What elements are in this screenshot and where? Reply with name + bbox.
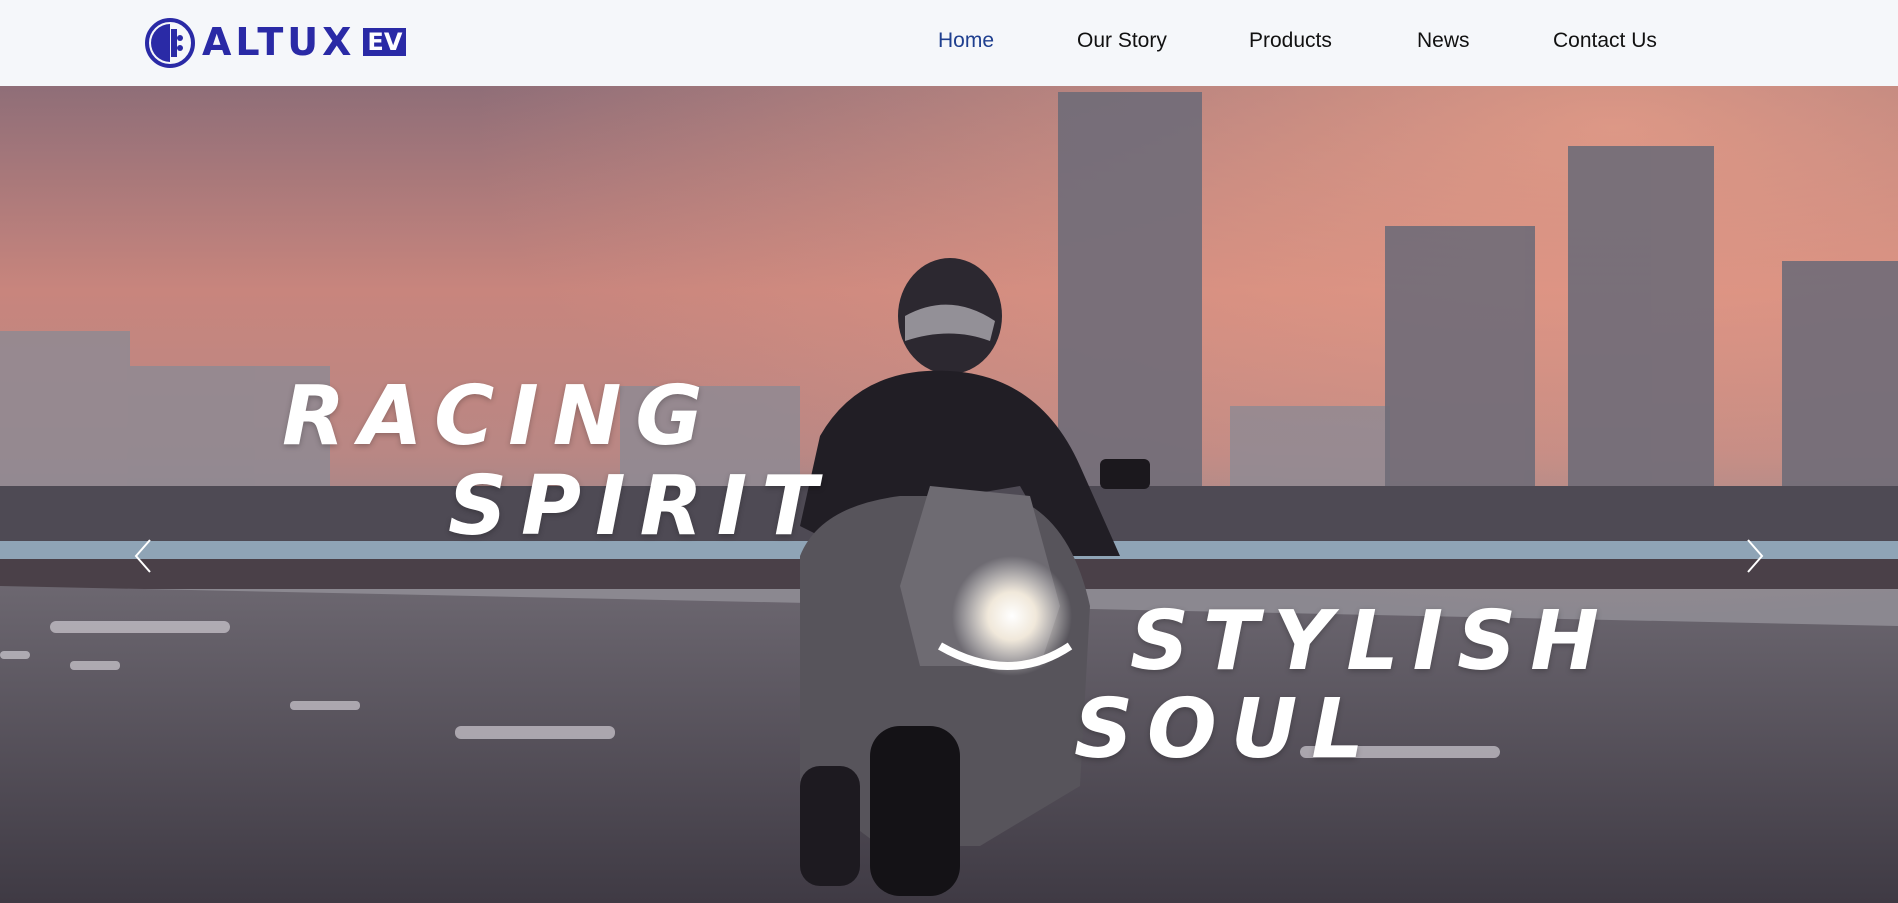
main-nav: Home Our Story Products News Contact Us [0, 0, 1898, 86]
nav-products[interactable]: Products [1249, 29, 1332, 53]
chevron-right-icon [1747, 539, 1764, 573]
slider-prev-button[interactable] [118, 526, 166, 586]
hero-background-image [0, 86, 1898, 903]
site-header: ALTUX EV Home Our Story Products News Co… [0, 0, 1898, 86]
nav-our-story[interactable]: Our Story [1077, 29, 1167, 53]
nav-news[interactable]: News [1417, 29, 1470, 53]
hero-slider: RACING SPIRIT STYLISH SOUL [0, 86, 1898, 903]
hero-title-soul: SOUL [1074, 682, 1378, 777]
chevron-left-icon [134, 539, 151, 573]
slider-next-button[interactable] [1732, 526, 1780, 586]
nav-contact-us[interactable]: Contact Us [1553, 29, 1657, 53]
nav-home[interactable]: Home [938, 29, 994, 53]
hero-title-racing: RACING [282, 369, 717, 464]
hero-title-stylish: STYLISH [1130, 594, 1613, 689]
hero-title-spirit: SPIRIT [448, 459, 832, 554]
